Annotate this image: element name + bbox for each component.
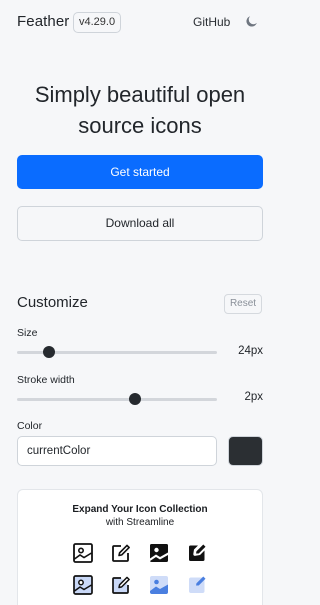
github-link[interactable]: GitHub	[193, 15, 230, 29]
moon-icon[interactable]	[244, 14, 259, 29]
customize-title: Customize	[17, 294, 88, 311]
hero-title-line-2: source icons	[78, 113, 202, 138]
reset-button[interactable]: Reset	[224, 294, 262, 314]
image-duotone-icon	[73, 575, 93, 595]
stroke-width-value: 2px	[244, 391, 263, 403]
hero-title-line-1: Simply beautiful open	[34, 82, 246, 107]
download-all-button[interactable]: Download all	[17, 206, 263, 241]
get-started-button[interactable]: Get started	[17, 155, 263, 189]
stroke-width-slider-thumb[interactable]	[129, 393, 141, 405]
color-picker-swatch[interactable]	[228, 436, 263, 466]
edit-duotone-icon	[112, 576, 130, 594]
promo-subtitle: with Streamline	[105, 517, 175, 528]
top-nav: Feather v4.29.0 GitHub	[0, 0, 280, 44]
image-outline-icon	[73, 543, 93, 563]
edit-solid-icon	[189, 544, 206, 561]
size-slider-thumb[interactable]	[43, 346, 55, 358]
stroke-width-slider-track[interactable]	[17, 398, 217, 401]
color-label: Color	[17, 420, 43, 432]
size-label: Size	[17, 327, 38, 339]
image-solid-icon	[150, 544, 168, 562]
size-value: 24px	[238, 345, 263, 357]
page: Feather v4.29.0 GitHub Simply beautiful …	[0, 0, 280, 605]
edit-outline-icon	[112, 544, 130, 562]
edit-flat-icon	[189, 576, 206, 593]
stroke-width-label: Stroke width	[17, 374, 75, 386]
version-badge[interactable]: v4.29.0	[73, 12, 122, 33]
promo-title: Expand Your Icon Collection	[72, 504, 208, 515]
color-input[interactable]: currentColor	[17, 436, 217, 466]
hero-title: Simply beautiful open source icons	[0, 79, 280, 141]
brand-logo[interactable]: Feather	[17, 13, 69, 30]
image-flat-icon	[150, 576, 168, 594]
